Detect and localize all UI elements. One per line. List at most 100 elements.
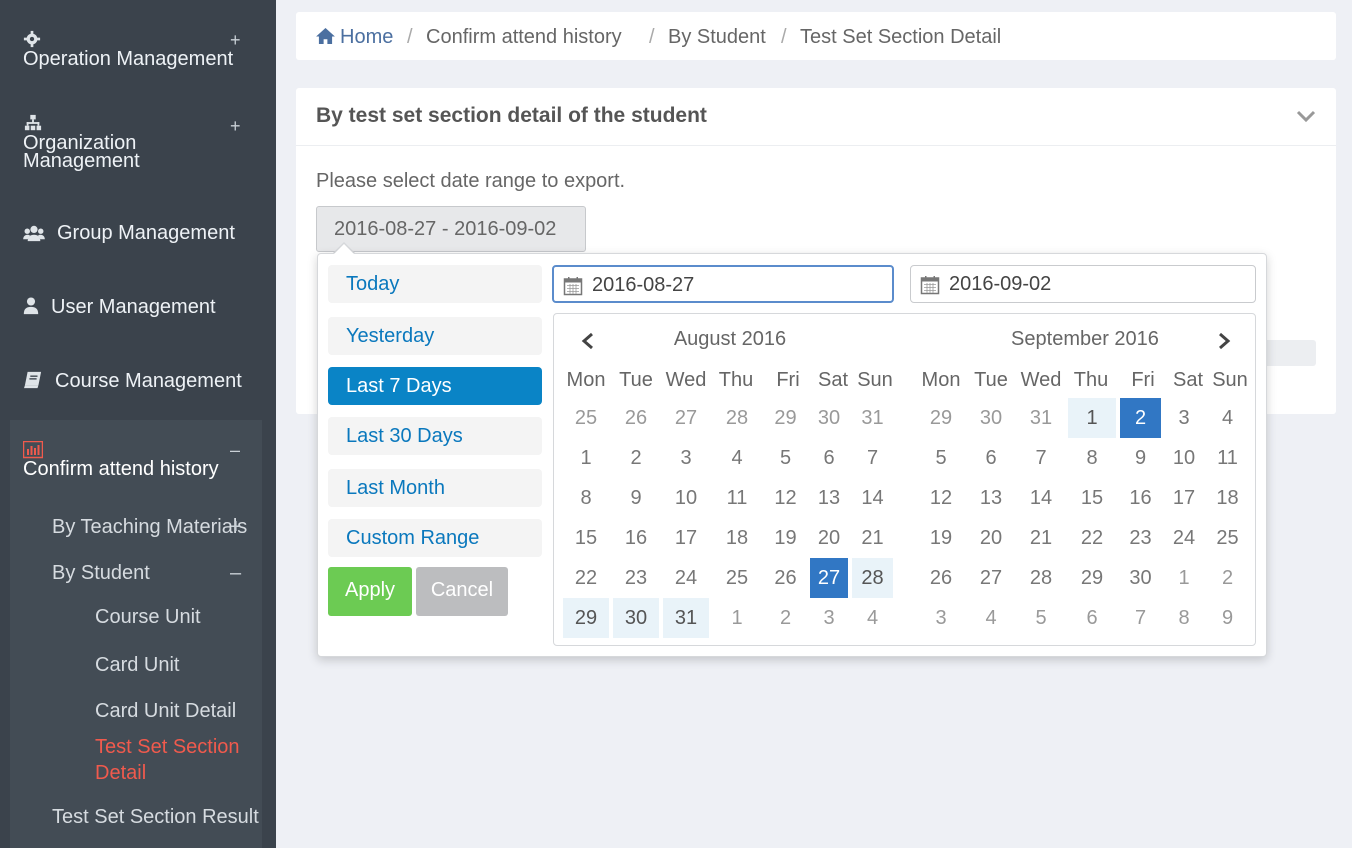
calendar-day[interactable]: 4: [968, 598, 1014, 638]
calendar-day[interactable]: 28: [1018, 558, 1064, 598]
calendar-day[interactable]: 29: [765, 398, 806, 438]
start-date-input[interactable]: 2016-08-27: [552, 265, 894, 303]
range-yesterday[interactable]: Yesterday: [328, 317, 542, 355]
calendar-day[interactable]: 16: [1120, 478, 1161, 518]
calendar-day[interactable]: 6: [1068, 598, 1116, 638]
calendar-day[interactable]: 2: [613, 438, 659, 478]
calendar-day[interactable]: 30: [1120, 558, 1161, 598]
calendar-day[interactable]: 18: [1207, 478, 1248, 518]
calendar-day[interactable]: 15: [563, 518, 609, 558]
calendar-day[interactable]: 29: [1068, 558, 1116, 598]
date-range-input[interactable]: 2016-08-27 - 2016-09-02: [316, 206, 586, 252]
calendar-day[interactable]: 28: [713, 398, 761, 438]
calendar-day[interactable]: 30: [968, 398, 1014, 438]
calendar-day[interactable]: 10: [663, 478, 709, 518]
calendar-day[interactable]: 1: [1068, 398, 1116, 438]
calendar-day[interactable]: 4: [852, 598, 893, 638]
calendar-day[interactable]: 28: [852, 558, 893, 598]
nav-confirm-attend-history[interactable]: Confirm attend history –: [0, 440, 276, 480]
chevron-down-icon[interactable]: [1296, 106, 1316, 126]
calendar-day[interactable]: 2: [1120, 398, 1161, 438]
calendar-day[interactable]: 27: [663, 398, 709, 438]
calendar-day[interactable]: 8: [1165, 598, 1203, 638]
calendar-day[interactable]: 3: [663, 438, 709, 478]
calendar-day[interactable]: 9: [613, 478, 659, 518]
calendar-day[interactable]: 21: [852, 518, 893, 558]
calendar-day[interactable]: 7: [1018, 438, 1064, 478]
chevron-left-icon[interactable]: [580, 332, 596, 350]
calendar-day[interactable]: 27: [810, 558, 848, 598]
range-last-30-days[interactable]: Last 30 Days: [328, 417, 542, 455]
calendar-day[interactable]: 24: [663, 558, 709, 598]
calendar-day[interactable]: 8: [1068, 438, 1116, 478]
calendar-day[interactable]: 15: [1068, 478, 1116, 518]
calendar-day[interactable]: 23: [1120, 518, 1161, 558]
calendar-day[interactable]: 9: [1207, 598, 1248, 638]
calendar-day[interactable]: 19: [918, 518, 964, 558]
calendar-day[interactable]: 5: [1018, 598, 1064, 638]
calendar-day[interactable]: 1: [563, 438, 609, 478]
calendar-day[interactable]: 12: [765, 478, 806, 518]
chevron-right-icon[interactable]: [1216, 332, 1232, 350]
collapse-toggle[interactable]: –: [230, 561, 241, 585]
calendar-day[interactable]: 13: [810, 478, 848, 518]
calendar-day[interactable]: 30: [810, 398, 848, 438]
nav-course-management[interactable]: Course Management: [0, 370, 276, 394]
calendar-day[interactable]: 1: [1165, 558, 1203, 598]
calendar-day[interactable]: 7: [852, 438, 893, 478]
sub-card-unit-detail[interactable]: Card Unit Detail: [95, 699, 236, 723]
cancel-button[interactable]: Cancel: [416, 567, 508, 616]
calendar-day[interactable]: 17: [663, 518, 709, 558]
calendar-day[interactable]: 1: [713, 598, 761, 638]
calendar-day[interactable]: 8: [563, 478, 609, 518]
calendar-day[interactable]: 22: [1068, 518, 1116, 558]
calendar-day[interactable]: 26: [765, 558, 806, 598]
calendar-day[interactable]: 29: [563, 598, 609, 638]
calendar-day[interactable]: 27: [968, 558, 1014, 598]
calendar-day[interactable]: 19: [765, 518, 806, 558]
calendar-day[interactable]: 16: [613, 518, 659, 558]
calendar-day[interactable]: 13: [968, 478, 1014, 518]
calendar-day[interactable]: 31: [663, 598, 709, 638]
calendar-day[interactable]: 14: [1018, 478, 1064, 518]
expand-toggle[interactable]: +: [230, 515, 242, 539]
calendar-day[interactable]: 25: [713, 558, 761, 598]
calendar-day[interactable]: 4: [1207, 398, 1248, 438]
calendar-day[interactable]: 3: [810, 598, 848, 638]
calendar-day[interactable]: 7: [1120, 598, 1161, 638]
calendar-day[interactable]: 21: [1018, 518, 1064, 558]
range-custom[interactable]: Custom Range: [328, 519, 542, 557]
apply-button[interactable]: Apply: [328, 567, 412, 616]
calendar-day[interactable]: 17: [1165, 478, 1203, 518]
calendar-day[interactable]: 2: [765, 598, 806, 638]
sub-card-unit[interactable]: Card Unit: [95, 653, 179, 677]
calendar-day[interactable]: 14: [852, 478, 893, 518]
calendar-day[interactable]: 29: [918, 398, 964, 438]
calendar-day[interactable]: 5: [918, 438, 964, 478]
expand-toggle[interactable]: +: [230, 30, 241, 51]
calendar-day[interactable]: 11: [713, 478, 761, 518]
calendar-day[interactable]: 3: [1165, 398, 1203, 438]
calendar-day[interactable]: 9: [1120, 438, 1161, 478]
end-date-input[interactable]: 2016-09-02: [910, 265, 1256, 303]
sub-course-unit[interactable]: Course Unit: [95, 605, 201, 629]
calendar-day[interactable]: 25: [563, 398, 609, 438]
nav-operation-management[interactable]: Operation Management +: [0, 28, 276, 78]
breadcrumb-confirm-attend-history[interactable]: Confirm attend history: [426, 25, 622, 49]
range-last-month[interactable]: Last Month: [328, 469, 542, 507]
calendar-day[interactable]: 22: [563, 558, 609, 598]
sub-test-set-section-detail[interactable]: Test Set Section: [95, 735, 240, 759]
calendar-day[interactable]: 4: [713, 438, 761, 478]
calendar-day[interactable]: 30: [613, 598, 659, 638]
calendar-day[interactable]: 24: [1165, 518, 1203, 558]
calendar-day[interactable]: 23: [613, 558, 659, 598]
calendar-day[interactable]: 11: [1207, 438, 1248, 478]
range-today[interactable]: Today: [328, 265, 542, 303]
sub-by-student[interactable]: By Student: [52, 561, 150, 585]
calendar-day[interactable]: 26: [918, 558, 964, 598]
calendar-day[interactable]: 31: [852, 398, 893, 438]
calendar-day[interactable]: 2: [1207, 558, 1248, 598]
nav-group-management[interactable]: Group Management: [0, 222, 276, 246]
calendar-day[interactable]: 12: [918, 478, 964, 518]
calendar-day[interactable]: 20: [968, 518, 1014, 558]
